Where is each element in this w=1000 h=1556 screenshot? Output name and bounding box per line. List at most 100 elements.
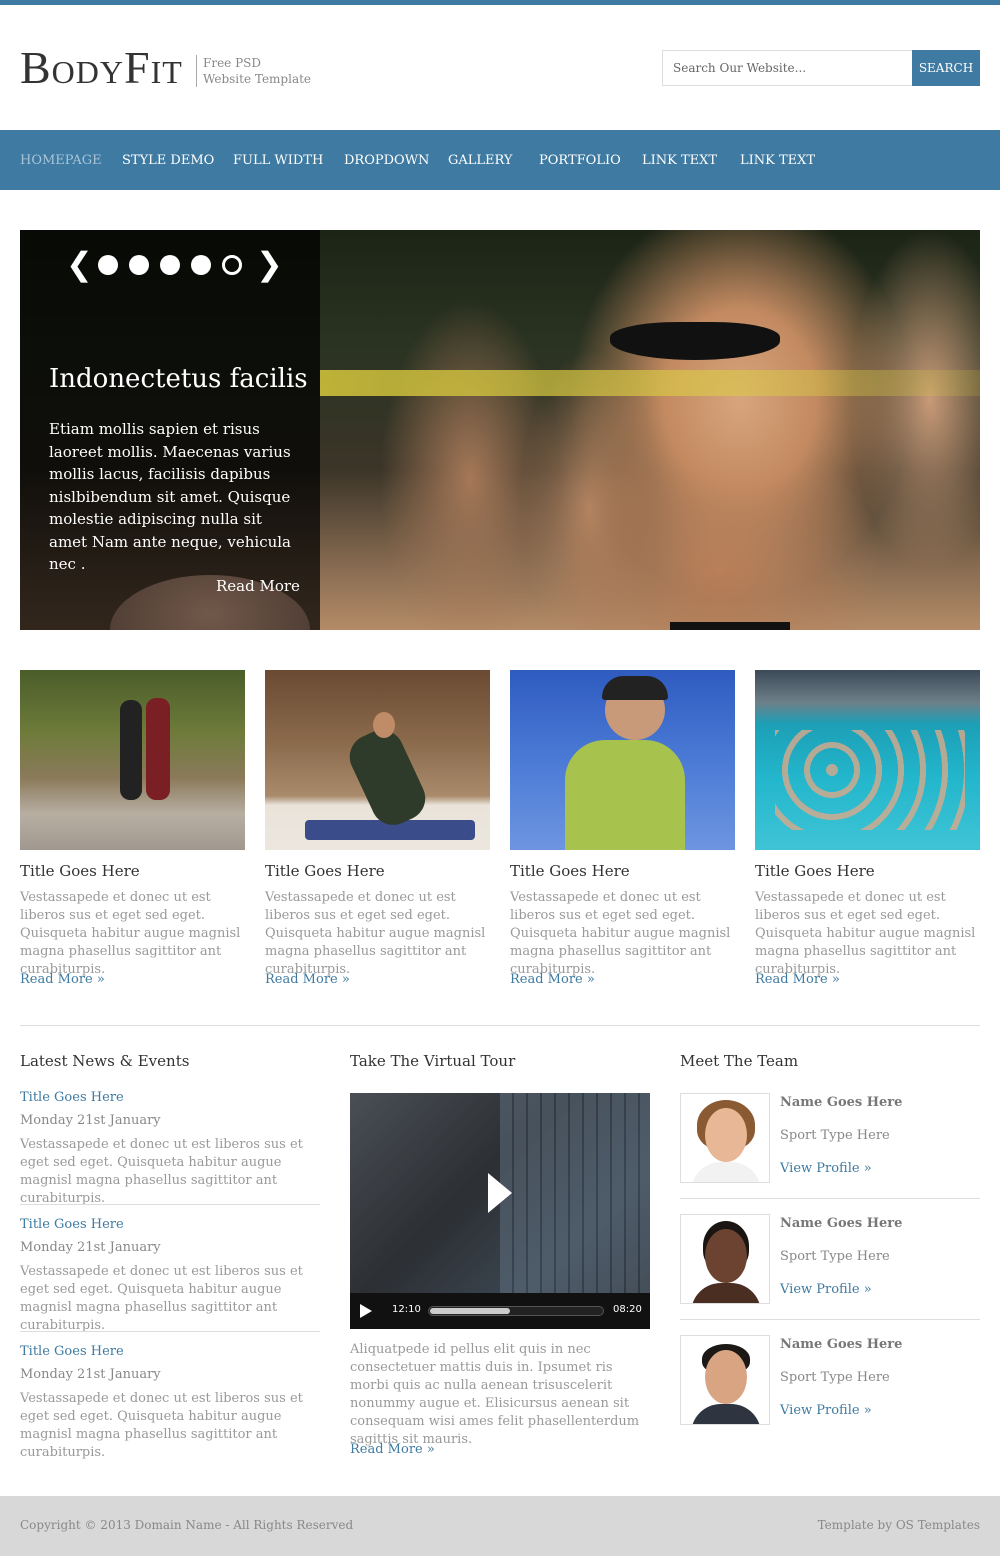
avatar-shoulders [691,1162,761,1182]
slider-dot-5-active[interactable] [222,255,242,275]
feature-card: Title Goes Here Vestassapede et donec ut… [265,670,490,987]
feature-read-more-link[interactable]: Read More » [510,972,595,987]
slider-photo-sunglasses [610,322,780,360]
video-controls: 12:10 08:20 [350,1293,650,1329]
site-logo[interactable]: BodyFit [20,44,183,92]
nav-item-dropdown[interactable]: DROPDOWN [344,130,429,190]
slider-photo-net [320,370,980,396]
avatar-face [705,1108,747,1162]
feature-title[interactable]: Title Goes Here [265,862,385,880]
feature-title[interactable]: Title Goes Here [20,862,140,880]
feature-card: Title Goes Here Vestassapede et donec ut… [20,670,245,987]
footer-credit-link[interactable]: Template by OS Templates [818,1518,980,1532]
footer-copyright: Copyright © 2013 Domain Name - All Right… [20,1518,354,1532]
avatar[interactable] [680,1093,770,1183]
feature-image-running[interactable] [20,670,245,850]
avatar-face [705,1350,747,1404]
avatar-shoulders [691,1283,761,1303]
nav-item-link-text-2[interactable]: LINK TEXT [740,130,815,190]
tagline-line2: Website Template [203,72,312,86]
chevron-left-icon[interactable]: ❮ [66,248,93,280]
video-player[interactable]: 12:10 08:20 [350,1093,650,1329]
view-profile-link[interactable]: View Profile » [780,1282,872,1297]
news-text: Vestassapede et donec ut est liberos sus… [20,1137,303,1206]
nav-item-portfolio[interactable]: PORTFOLIO [539,130,621,190]
avatar[interactable] [680,1335,770,1425]
feature-card: Title Goes Here Vestassapede et donec ut… [755,670,980,987]
avatar[interactable] [680,1214,770,1304]
slider-caption-panel: ❮ ❯ Indonectetus facilis Etiam mollis sa… [20,230,320,630]
news-date: Monday 21st January [20,1240,161,1255]
slider-dot-2[interactable] [129,255,149,275]
feature-image-cycling[interactable] [510,670,735,850]
top-accent-bar [0,0,1000,5]
main-nav: HOMEPAGE STYLE DEMO FULL WIDTH DROPDOWN … [0,130,1000,190]
news-title-link[interactable]: Title Goes Here [20,1344,124,1359]
news-title-link[interactable]: Title Goes Here [20,1090,124,1105]
team-member-sport: Sport Type Here [780,1249,890,1264]
news-date: Monday 21st January [20,1367,161,1382]
news-separator [20,1331,320,1332]
video-thumbnail-building [500,1093,650,1293]
slide-text: Etiam mollis sapien et risus laoreet mol… [49,420,291,573]
slider-dot-1[interactable] [98,255,118,275]
chevron-right-icon[interactable]: ❯ [256,248,283,280]
feature-read-more-link[interactable]: Read More » [20,972,105,987]
feature-text: Vestassapede et donec ut est liberos sus… [265,890,486,977]
slider-dot-4[interactable] [191,255,211,275]
video-progress-fill [430,1308,511,1314]
news-section-title: Latest News & Events [20,1052,190,1070]
team-member-name: Name Goes Here [780,1216,903,1231]
feature-image-aquafit[interactable] [755,670,980,850]
site-footer: Copyright © 2013 Domain Name - All Right… [0,1496,1000,1556]
avatar-shoulders [691,1404,761,1424]
slide-read-more-link[interactable]: Read More [216,577,300,595]
news-title-link[interactable]: Title Goes Here [20,1217,124,1232]
feature-title[interactable]: Title Goes Here [755,862,875,880]
feature-title[interactable]: Title Goes Here [510,862,630,880]
hero-slider: ❮ ❯ Indonectetus facilis Etiam mollis sa… [20,230,980,630]
tour-read-more-link[interactable]: Read More » [350,1442,435,1457]
feature-image-yoga[interactable] [265,670,490,850]
team-member-name: Name Goes Here [780,1337,903,1352]
team-separator [680,1198,980,1199]
avatar-face [705,1229,747,1283]
team-member-sport: Sport Type Here [780,1128,890,1143]
team-member-sport: Sport Type Here [780,1370,890,1385]
view-profile-link[interactable]: View Profile » [780,1403,872,1418]
nav-item-link-text-1[interactable]: LINK TEXT [642,130,717,190]
team-member-name: Name Goes Here [780,1095,903,1110]
slider-dot-3[interactable] [160,255,180,275]
feature-text: Vestassapede et donec ut est liberos sus… [20,890,241,977]
news-separator [20,1204,320,1205]
video-progress-track[interactable] [428,1306,604,1316]
nav-item-homepage[interactable]: HOMEPAGE [20,130,102,190]
tagline-line1: Free PSD [203,56,261,70]
tour-section-title: Take The Virtual Tour [350,1052,516,1070]
video-duration: 08:20 [613,1304,642,1315]
play-icon[interactable] [488,1173,512,1213]
slider-photo-top [670,622,790,630]
news-text: Vestassapede et donec ut est liberos sus… [20,1391,303,1460]
view-profile-link[interactable]: View Profile » [780,1161,872,1176]
video-current-time: 12:10 [392,1304,421,1315]
feature-read-more-link[interactable]: Read More » [265,972,350,987]
tour-description: Aliquatpede id pellus elit quis in nec c… [350,1342,640,1447]
nav-item-gallery[interactable]: GALLERY [448,130,513,190]
feature-text: Vestassapede et donec ut est liberos sus… [755,890,976,977]
team-separator [680,1319,980,1320]
feature-text: Vestassapede et donec ut est liberos sus… [510,890,731,977]
site-tagline: Free PSD Website Template [196,55,311,87]
search-input[interactable]: Search Our Website... [662,50,912,86]
feature-card: Title Goes Here Vestassapede et donec ut… [510,670,735,987]
nav-item-full-width[interactable]: FULL WIDTH [233,130,323,190]
news-date: Monday 21st January [20,1113,161,1128]
control-play-icon[interactable] [360,1304,372,1318]
slide-title: Indonectetus facilis [49,364,308,394]
search-button[interactable]: SEARCH [912,50,980,86]
nav-item-style-demo[interactable]: STYLE DEMO [122,130,214,190]
feature-read-more-link[interactable]: Read More » [755,972,840,987]
news-text: Vestassapede et donec ut est liberos sus… [20,1264,303,1333]
section-divider [20,1025,980,1026]
team-section-title: Meet The Team [680,1052,799,1070]
